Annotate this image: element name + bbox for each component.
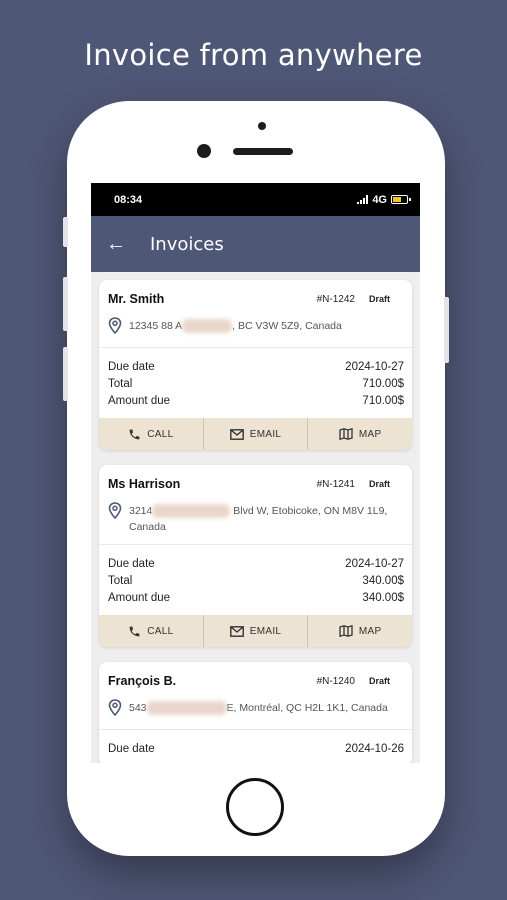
address-start: 12345 88 A [129,320,183,332]
map-label: MAP [358,428,382,440]
call-button[interactable]: CALL [99,615,204,647]
home-button[interactable] [226,778,284,836]
email-button[interactable]: EMAIL [204,418,309,450]
due-date-label: Due date [108,361,155,373]
earpiece-speaker [233,148,293,155]
invoice-amounts: Due date 2024-10-27 Total 710.00$ Amount d… [99,348,412,418]
invoice-card-header: François B. #N-1240 Draft 543 E, Montréal… [99,662,412,730]
network-type: 4G [372,193,387,206]
status-bar: 08:34 4G [91,183,420,216]
client-name: Mr. Smith [108,292,165,306]
address-end: E, Montréal, QC H2L 1K1, Canada [226,702,388,714]
client-address: 3214 Blvd W, Etobicoke, ON M8V 1L9, Cana… [129,503,387,535]
invoice-card[interactable]: Mr. Smith #N-1242 Draft 12345 88 A , BC V… [99,280,412,450]
total-value: 710.00$ [362,378,404,390]
email-label: EMAIL [249,625,282,637]
location-pin-icon [108,699,126,721]
status-badge: Draft [368,479,390,489]
address-end: , BC V3W 5Z9, Canada [232,320,342,332]
mute-switch [63,217,68,247]
redacted-blur [152,504,231,519]
invoice-actions: CALL EMAIL MAP [99,418,412,450]
due-date-value: 2024-10-27 [345,361,404,373]
call-label: CALL [147,625,174,637]
invoice-amounts: Due date 2024-10-26 [99,730,412,763]
redacted-blur [146,701,227,716]
phone-icon [129,626,140,636]
call-button[interactable]: CALL [99,418,204,450]
back-arrow-icon[interactable]: ← [106,234,150,254]
invoice-card[interactable]: Ms Harrison #N-1241 Draft 3214 Blvd W, E… [99,465,412,647]
location-pin-icon [108,502,126,535]
map-label: MAP [358,625,382,637]
total-label: Total [108,378,133,390]
map-button[interactable]: MAP [308,615,412,647]
volume-down-button [63,347,68,401]
call-label: CALL [147,428,174,440]
power-button [444,297,449,363]
invoice-card[interactable]: François B. #N-1240 Draft 543 E, Montréal… [99,662,412,763]
email-label: EMAIL [249,428,282,440]
address-end: Blvd W, Etobicoke, ON M8V 1L9, [230,505,388,517]
headline: Invoice from anywhere [84,38,423,72]
amount-due-value: 340.00$ [362,592,404,604]
client-address: 543 E, Montréal, QC H2L 1K1, Canada [129,700,388,721]
volume-up-button [63,277,68,331]
mail-icon [229,625,244,637]
invoice-amounts: Due date 2024-10-27 Total 340.00$ Amount d… [99,545,412,615]
status-badge: Draft [368,294,390,304]
invoice-number: #N-1240 [316,675,355,687]
client-address: 12345 88 A , BC V3W 5Z9, Canada [129,318,342,339]
status-indicators: 4G [357,193,411,206]
status-badge: Draft [368,676,390,686]
front-sensor [258,122,266,130]
due-date-value: 2024-10-26 [345,743,404,755]
app-screen: 08:34 4G ← Invoices Mr. Smith #N-1242 Dr… [91,183,420,763]
map-button[interactable]: MAP [308,418,412,450]
location-pin-icon [108,317,126,339]
phone-icon [129,429,140,439]
address-line2: Canada [129,521,166,533]
invoice-number: #N-1242 [316,293,355,305]
amount-due-value: 710.00$ [362,395,404,407]
total-value: 340.00$ [362,575,404,587]
amount-due-label: Amount due [108,395,171,407]
total-label: Total [108,575,133,587]
address-start: 3214 [129,505,153,517]
client-name: Ms Harrison [108,477,181,491]
invoice-card-header: Ms Harrison #N-1241 Draft 3214 Blvd W, E… [99,465,412,545]
invoice-actions: CALL EMAIL MAP [99,615,412,647]
redacted-blur [182,319,233,334]
status-time: 08:34 [114,193,143,206]
due-date-label: Due date [108,743,155,755]
address-start: 543 [129,702,147,714]
battery-icon [391,195,411,204]
email-button[interactable]: EMAIL [204,615,309,647]
phone-frame: 08:34 4G ← Invoices Mr. Smith #N-1242 Dr… [63,101,449,856]
due-date-label: Due date [108,558,155,570]
map-icon [339,625,353,637]
mail-icon [229,428,244,440]
page-title: Invoices [150,233,224,255]
amount-due-label: Amount due [108,592,171,604]
app-bar: ← Invoices [91,216,420,272]
due-date-value: 2024-10-27 [345,558,404,570]
signal-icon [357,195,369,204]
invoice-number: #N-1241 [316,478,355,490]
map-icon [339,428,353,440]
client-name: François B. [108,674,177,688]
invoice-list[interactable]: Mr. Smith #N-1242 Draft 12345 88 A , BC V… [91,272,420,763]
front-camera [197,144,211,158]
invoice-card-header: Mr. Smith #N-1242 Draft 12345 88 A , BC V… [99,280,412,348]
